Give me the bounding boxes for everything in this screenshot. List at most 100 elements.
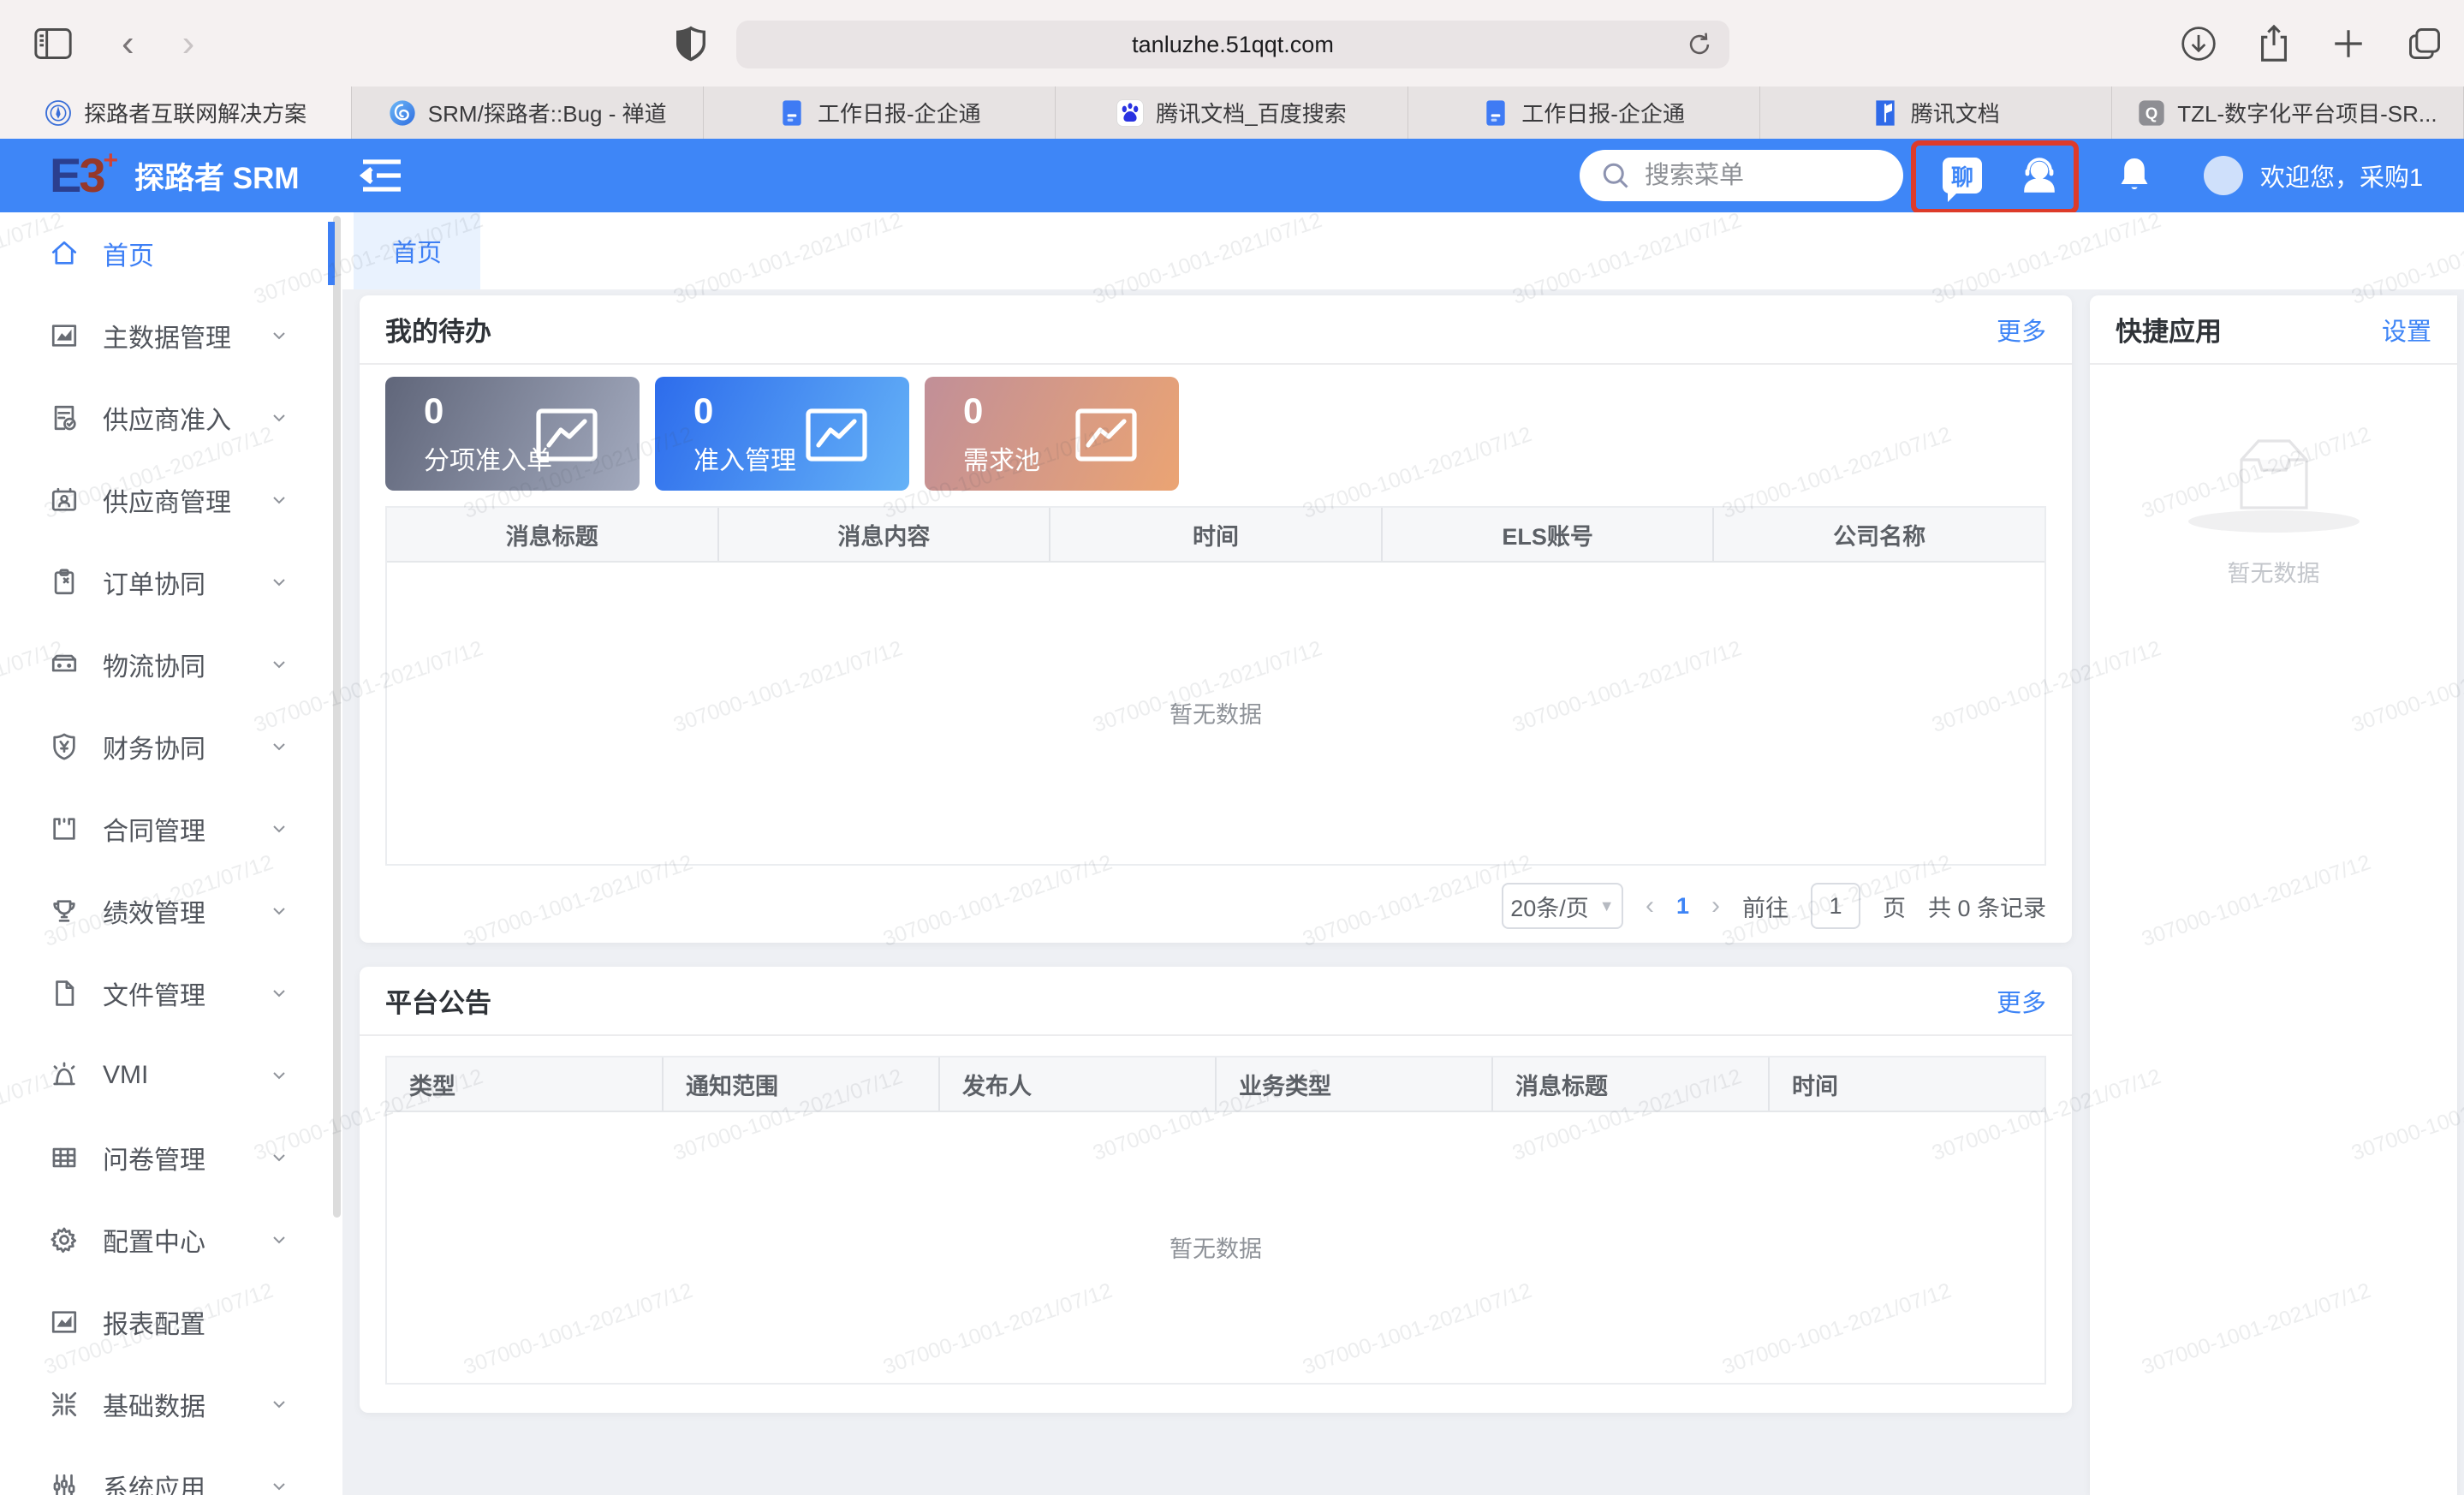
chat-icon[interactable]: 聊 [1937, 139, 1988, 212]
line-chart-icon [805, 408, 868, 462]
app-title: 探路者 SRM [134, 154, 300, 198]
stat-card-1[interactable]: 0 准入管理 [655, 377, 909, 491]
chevron-down-icon [269, 572, 289, 593]
sidebar-item-3[interactable]: 供应商管理 [0, 459, 342, 541]
downloads-icon[interactable] [2180, 25, 2217, 63]
chevron-down-icon [269, 325, 289, 346]
notification-bell-icon[interactable] [2113, 139, 2156, 212]
sidebar-item-13[interactable]: 报表配置 [0, 1281, 342, 1363]
column-header: 类型 [387, 1057, 664, 1111]
menu-search[interactable] [1580, 150, 1903, 201]
browser-tab-1[interactable]: SRM/探路者::Bug - 禅道 [352, 86, 704, 139]
quick-apps-title: 快捷应用 [2116, 310, 2222, 348]
customer-service-icon[interactable] [2014, 139, 2065, 212]
chevron-down-icon [269, 819, 289, 839]
next-page-button[interactable]: › [1711, 891, 1720, 920]
quick-apps-settings-link[interactable]: 设置 [2382, 312, 2431, 348]
sidebar-item-label: 基础数据 [103, 1385, 269, 1423]
goto-label: 前往 [1742, 890, 1788, 923]
workspace-tabbar: 首页 [342, 212, 2464, 289]
column-header: 时间 [1050, 508, 1383, 561]
current-page[interactable]: 1 [1676, 893, 1689, 920]
reload-icon[interactable] [1685, 29, 1714, 60]
column-header: 时间 [1770, 1057, 2044, 1111]
sidebar-item-5[interactable]: 物流协同 [0, 623, 342, 706]
sidebar-item-9[interactable]: 文件管理 [0, 952, 342, 1034]
sidebar-item-8[interactable]: 绩效管理 [0, 870, 342, 952]
back-button[interactable]: ‹ [122, 22, 134, 65]
zentao-favicon [389, 99, 416, 127]
stat-value: 0 [693, 390, 909, 432]
stat-value: 0 [963, 390, 1179, 432]
sidebar-item-12[interactable]: 配置中心 [0, 1199, 342, 1281]
browser-tab-title: 工作日报-企企通 [818, 97, 981, 128]
sidebar-item-label: 物流协同 [103, 646, 269, 683]
address-bar[interactable]: tanluzhe.51qqt.com [736, 21, 1729, 68]
browser-tab-5[interactable]: 腾讯文档 [1760, 86, 2112, 139]
goto-page-input[interactable]: 1 [1811, 883, 1860, 929]
chevron-down-icon [269, 1147, 289, 1168]
browser-tab-2[interactable]: 工作日报-企企通 [704, 86, 1056, 139]
quick-apps-card: 快捷应用 设置 暂无数据 [2090, 295, 2457, 1495]
tab-overview-icon[interactable] [2406, 25, 2443, 63]
sidebar-item-label: 系统应用 [103, 1468, 269, 1495]
prev-page-button[interactable]: ‹ [1646, 891, 1654, 920]
chevron-down-icon [269, 1394, 289, 1415]
sidebar-item-home[interactable]: 首页 [0, 212, 342, 295]
sidebar-item-label: 配置中心 [103, 1221, 269, 1259]
sidebar-item-10[interactable]: VMI [0, 1034, 342, 1117]
sidebar-item-label: 供应商管理 [103, 481, 269, 519]
app-header: E3+ 探路者 SRM 聊 欢迎您，采购1 [0, 139, 2464, 212]
announcement-empty-text: 暂无数据 [387, 1111, 2044, 1383]
chevron-down-icon [269, 736, 289, 757]
sidebar-toggle-icon[interactable] [34, 27, 72, 60]
browser-tab-4[interactable]: 工作日报-企企通 [1408, 86, 1760, 139]
page-unit-label: 页 [1883, 890, 1906, 923]
sidebar-item-label: VMI [103, 1061, 269, 1090]
sidebar-item-1[interactable]: 主数据管理 [0, 295, 342, 377]
search-input[interactable] [1645, 162, 1859, 190]
truck-icon [50, 650, 79, 679]
sidebar-item-label: 报表配置 [103, 1303, 342, 1341]
browser-tab-3[interactable]: 腾讯文档_百度搜索 [1056, 86, 1408, 139]
sidebar-item-label: 首页 [103, 235, 342, 272]
chevron-down-icon [269, 983, 289, 1004]
sidebar-item-15[interactable]: 系统应用 [0, 1445, 342, 1495]
forward-button[interactable]: › [182, 22, 195, 65]
url-text: tanluzhe.51qqt.com [1132, 32, 1334, 58]
sidebar-item-7[interactable]: 合同管理 [0, 788, 342, 870]
avatar[interactable] [2202, 139, 2245, 212]
stat-card-0[interactable]: 0 分项准入单 [385, 377, 640, 491]
stat-label: 需求池 [963, 439, 1040, 477]
sliders-icon [50, 1472, 79, 1495]
menu-collapse-icon[interactable] [360, 157, 404, 194]
browser-tab-6[interactable]: QTZL-数字化平台项目-SR... [2112, 86, 2464, 139]
todo-table: 消息标题消息内容时间ELS账号公司名称 暂无数据 [385, 506, 2046, 866]
sidebar-item-label: 供应商准入 [103, 399, 269, 437]
browser-tab-title: TZL-数字化平台项目-SR... [2177, 97, 2437, 128]
sidebar-item-2[interactable]: 供应商准入 [0, 377, 342, 459]
page-size-select[interactable]: 20条/页▼ [1502, 883, 1623, 929]
collapse-icon [50, 1390, 79, 1419]
column-header: 发布人 [940, 1057, 1217, 1111]
sidebar-item-14[interactable]: 基础数据 [0, 1363, 342, 1445]
stat-label: 准入管理 [693, 439, 796, 477]
browser-tab-0[interactable]: 探路者互联网解决方案 [0, 86, 352, 139]
clipboard-icon [50, 568, 79, 597]
sidebar-item-4[interactable]: 订单协同 [0, 541, 342, 623]
todo-more-link[interactable]: 更多 [1997, 312, 2046, 348]
shield-icon[interactable] [676, 26, 705, 62]
chart-icon [50, 1307, 79, 1337]
tab-home[interactable]: 首页 [354, 212, 480, 289]
share-icon[interactable] [2257, 24, 2291, 63]
announcement-more-link[interactable]: 更多 [1997, 983, 2046, 1019]
column-header: 业务类型 [1217, 1057, 1493, 1111]
sidebar-item-6[interactable]: 财务协同 [0, 706, 342, 788]
stat-card-2[interactable]: 0 需求池 [925, 377, 1179, 491]
new-tab-icon[interactable] [2330, 26, 2366, 62]
contract-icon [50, 814, 79, 843]
sidebar-item-11[interactable]: 问卷管理 [0, 1117, 342, 1199]
browser-tab-title: 腾讯文档 [1911, 97, 2000, 128]
welcome-text: 欢迎您，采购1 [2260, 139, 2423, 212]
sidebar-item-label: 绩效管理 [103, 892, 269, 930]
